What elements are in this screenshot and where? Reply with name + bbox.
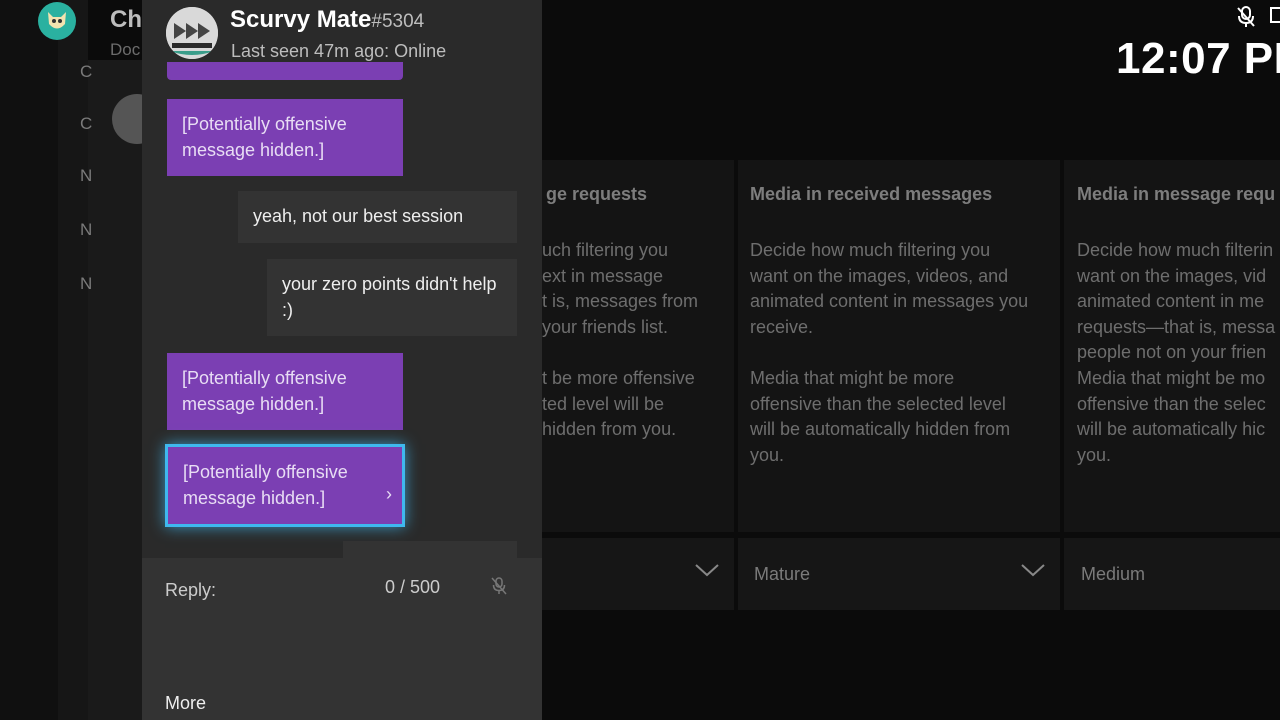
filter-dropdown-media-received[interactable]: Mature bbox=[738, 538, 1060, 610]
column-description-2: Media that might be more offensive than … bbox=[750, 368, 1011, 465]
gamertag: Scurvy Mate bbox=[230, 6, 372, 33]
capture-icon bbox=[1270, 7, 1280, 23]
settings-column-media-received: Media in received messages Decide how mu… bbox=[738, 160, 1060, 532]
message-text: [Potentially offensive message hidden.] bbox=[182, 368, 347, 414]
reply-input[interactable]: Reply: bbox=[165, 580, 216, 601]
mic-muted-icon bbox=[1237, 6, 1255, 27]
message-bubble-incoming[interactable]: [Potentially offensive message hidden.] bbox=[167, 353, 403, 431]
message-text: [Potentially offensive message hidden.] bbox=[182, 114, 347, 160]
background-panel-inner bbox=[88, 60, 148, 720]
left-rail bbox=[0, 0, 58, 720]
column-description-2: Media that might be mo offensive than th… bbox=[1077, 368, 1266, 465]
message-bubble-selected[interactable]: [Potentially offensive message hidden.] … bbox=[165, 444, 405, 528]
message-bubble-incoming[interactable]: [Potentially offensive message hidden.] bbox=[167, 99, 403, 177]
settings-column-text-requests: ge requests uch filtering you ext in mes… bbox=[542, 160, 734, 532]
more-button[interactable]: More bbox=[165, 693, 206, 714]
column-description: uch filtering you ext in message t is, m… bbox=[542, 240, 699, 337]
owl-icon bbox=[48, 12, 66, 29]
character-count: 0 / 500 bbox=[385, 577, 441, 597]
rail-letter: N bbox=[80, 166, 93, 185]
avatar[interactable] bbox=[166, 7, 218, 59]
column-title: ge requests bbox=[546, 184, 648, 204]
pirate-ship-icon bbox=[166, 7, 218, 59]
reply-area[interactable]: Reply: 0 / 500 More bbox=[142, 558, 542, 720]
background-panel bbox=[58, 0, 88, 720]
profile-icon[interactable] bbox=[38, 2, 76, 40]
column-title: Media in received messages bbox=[750, 184, 993, 204]
mic-muted-icon[interactable] bbox=[491, 577, 507, 595]
chat-panel: [Potentially offensive message hidden.] … bbox=[142, 0, 542, 720]
background-panel-subtitle: Doc bbox=[110, 40, 141, 59]
column-description-2: t be more offensive ted level will be hi… bbox=[542, 368, 695, 440]
chevron-down-icon bbox=[1021, 564, 1045, 577]
chevron-right-icon: › bbox=[386, 484, 392, 504]
background-panel-title: Ch bbox=[110, 6, 142, 33]
filter-dropdown-text-requests[interactable] bbox=[542, 538, 734, 610]
message-text: yeah, not our best session bbox=[253, 206, 464, 226]
settings-column-media-requests: Media in message requ Decide how much fi… bbox=[1064, 160, 1280, 532]
rail-letter: C bbox=[80, 114, 93, 133]
filter-dropdown-media-requests[interactable]: Medium bbox=[1064, 538, 1280, 610]
column-description: Decide how much filtering you want on th… bbox=[750, 240, 1029, 337]
column-title: Media in message requ bbox=[1077, 184, 1276, 204]
rail-letter: N bbox=[80, 220, 93, 239]
message-bubble-outgoing[interactable]: yeah, not our best session bbox=[238, 191, 517, 243]
clock: 12:07 PM bbox=[1116, 34, 1280, 83]
rail-letter: N bbox=[80, 274, 93, 293]
message-text: your zero points didn't help :) bbox=[282, 274, 497, 320]
chat-header: Scurvy Mate#5304 Last seen 47m ago: Onli… bbox=[142, 0, 542, 62]
rail-letter: C bbox=[80, 62, 93, 81]
message-text: [Potentially offensive message hidden.] bbox=[183, 462, 348, 508]
chat-contact-name: Scurvy Mate#5304 bbox=[230, 6, 424, 34]
chevron-down-icon bbox=[695, 564, 719, 577]
dropdown-value: Medium bbox=[1081, 564, 1146, 584]
dropdown-value: Mature bbox=[754, 564, 811, 584]
message-bubble-outgoing[interactable]: your zero points didn't help :) bbox=[267, 259, 517, 337]
presence-status: Last seen 47m ago: Online bbox=[231, 41, 447, 61]
gamertag-suffix: #5304 bbox=[371, 11, 425, 32]
column-description: Decide how much filterin want on the ima… bbox=[1077, 240, 1276, 363]
